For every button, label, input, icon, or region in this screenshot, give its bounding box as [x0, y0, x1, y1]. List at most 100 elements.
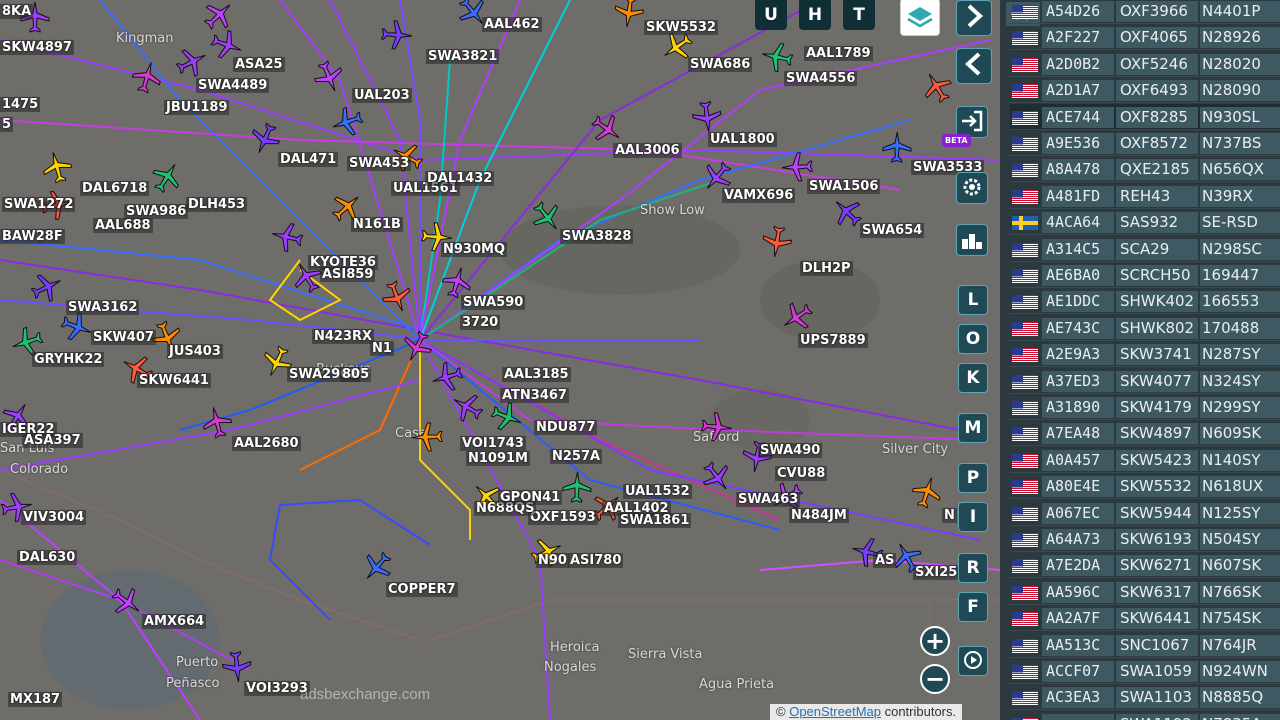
aircraft-icon[interactable] — [400, 330, 434, 364]
flight-label[interactable]: OXF1593 — [528, 510, 598, 525]
aircraft-row[interactable]: ACCF07 SWA1059 N924WN — [1010, 658, 1280, 684]
aircraft-icon[interactable] — [450, 390, 484, 424]
aircraft-icon[interactable] — [40, 150, 74, 184]
aircraft-icon[interactable] — [30, 270, 64, 304]
flight-label[interactable]: DAL471 — [278, 152, 339, 167]
aircraft-icon[interactable] — [430, 360, 464, 394]
button-h[interactable]: H — [799, 0, 831, 30]
flight-label[interactable]: UAL1800 — [708, 132, 777, 147]
flight-label[interactable]: BAW28F — [0, 229, 65, 244]
aircraft-row[interactable]: A37ED3 SKW4077 N324SY — [1010, 368, 1280, 394]
aircraft-list-panel[interactable]: A54D26 OXF3966 N4401P A2F227 OXF4065 N28926 A2… — [1000, 0, 1280, 720]
aircraft-row[interactable]: A2F227 OXF4065 N28926 — [1010, 24, 1280, 51]
aircraft-icon[interactable] — [560, 470, 594, 504]
flight-label[interactable]: UAL1532 — [623, 484, 692, 499]
button-i[interactable]: I — [958, 502, 988, 532]
aircraft-row[interactable]: 4ACA64 SAS932 SE-RSD — [1010, 209, 1280, 236]
flight-label[interactable]: SKW4897 — [0, 40, 74, 55]
flight-label[interactable]: 1475 — [0, 97, 41, 112]
zoom-out-button[interactable]: − — [920, 664, 950, 694]
aircraft-icon[interactable] — [760, 225, 794, 259]
aircraft-row[interactable]: A067EC SKW5944 N125SY — [1010, 500, 1280, 526]
flight-label[interactable]: 3720 — [460, 315, 501, 330]
replay-button[interactable] — [958, 646, 988, 676]
flight-label[interactable]: DAL6718 — [80, 181, 150, 196]
flight-label[interactable]: DLH453 — [186, 197, 248, 212]
aircraft-row[interactable]: AE6BA0 SCRCH50 169447 — [1010, 262, 1280, 288]
button-r[interactable]: R — [958, 553, 988, 583]
flight-label[interactable]: N257A — [550, 449, 603, 464]
button-o[interactable]: O — [958, 324, 988, 354]
flight-label[interactable]: CVU88 — [775, 466, 828, 481]
aircraft-icon[interactable] — [200, 405, 234, 439]
button-m[interactable]: M — [958, 413, 988, 443]
flight-label[interactable]: JBU1189 — [164, 100, 230, 115]
aircraft-row[interactable]: A2D1A7 OXF6493 N28090 — [1010, 77, 1280, 104]
flight-label[interactable]: AAL3185 — [502, 367, 571, 382]
flight-label[interactable]: DAL630 — [17, 550, 78, 565]
flight-label[interactable]: ASA25 — [233, 57, 285, 72]
flight-label[interactable]: UPS7889 — [798, 333, 868, 348]
aircraft-row[interactable]: A64A73 SKW6193 N504SY — [1010, 526, 1280, 552]
button-u[interactable]: U — [755, 0, 787, 30]
aircraft-icon[interactable] — [530, 200, 564, 234]
flight-label[interactable]: VIV3004 — [21, 510, 87, 525]
aircraft-icon[interactable] — [830, 195, 864, 229]
aircraft-row[interactable]: A2D0B2 OXF5246 N28020 — [1010, 51, 1280, 77]
flight-label[interactable]: NDU877 — [534, 420, 598, 435]
flight-label[interactable]: GRYHK22 — [32, 352, 105, 367]
aircraft-row[interactable]: A314C5 SCA29 N298SC — [1010, 236, 1280, 262]
aircraft-row[interactable]: AA2A7F SKW6441 N754SK — [1010, 605, 1280, 632]
aircraft-icon[interactable] — [410, 420, 444, 454]
flight-label[interactable]: VOI1743 — [460, 436, 526, 451]
aircraft-row[interactable]: A481FD REH43 N39RX — [1010, 183, 1280, 209]
aircraft-icon[interactable] — [490, 400, 524, 434]
flight-label[interactable]: ASA397 — [22, 433, 83, 448]
flight-label[interactable]: SWA654 — [860, 223, 925, 238]
flight-label[interactable]: DAL1432 — [425, 171, 495, 186]
flight-label[interactable]: SWA590 — [461, 295, 526, 310]
flight-label[interactable]: DLH2P — [800, 261, 853, 276]
expand-panel-button[interactable] — [956, 0, 992, 36]
aircraft-icon[interactable] — [760, 40, 794, 74]
aircraft-icon[interactable] — [780, 300, 814, 334]
zoom-in-button[interactable]: + — [920, 626, 950, 656]
flight-label[interactable]: SWA4489 — [196, 78, 270, 93]
aircraft-icon[interactable] — [60, 310, 94, 344]
flight-label[interactable]: AAL688 — [93, 218, 153, 233]
collapse-panel-button[interactable] — [956, 48, 992, 84]
flight-label[interactable]: SKW5532 — [644, 20, 718, 35]
aircraft-icon[interactable] — [312, 60, 346, 94]
aircraft-icon[interactable] — [380, 18, 414, 52]
aircraft-icon[interactable] — [590, 112, 624, 146]
aircraft-icon[interactable] — [910, 475, 944, 509]
aircraft-icon[interactable] — [248, 122, 282, 156]
aircraft-row[interactable]: A7EA48 SKW4897 N609SK — [1010, 420, 1280, 447]
aircraft-icon[interactable] — [330, 105, 364, 139]
flight-label[interactable]: AMX664 — [142, 614, 207, 629]
button-l[interactable]: L — [958, 285, 988, 315]
aircraft-row[interactable]: A2E9A3 SKW3741 N287SY — [1010, 341, 1280, 368]
flight-label[interactable]: N — [942, 508, 957, 523]
flight-label[interactable]: 8KA — [0, 4, 34, 19]
aircraft-row[interactable]: AC3EA3 SWA1103 N8885Q — [1010, 684, 1280, 711]
flight-label[interactable]: N90 — [536, 553, 569, 568]
flight-label[interactable]: SWA453 — [347, 156, 412, 171]
flight-label[interactable]: SKW6441 — [137, 373, 211, 388]
flight-label[interactable]: SWA3821 — [426, 49, 500, 64]
flight-label[interactable]: AAL3006 — [613, 143, 682, 158]
flight-label[interactable]: N1 — [370, 341, 394, 356]
flight-label[interactable]: AAL2680 — [232, 436, 301, 451]
aircraft-row[interactable]: ACE744 OXF8285 N930SL — [1010, 103, 1280, 130]
aircraft-icon[interactable] — [380, 280, 414, 314]
aircraft-row[interactable]: A8A478 QXE2185 N656QX — [1010, 156, 1280, 183]
flight-label[interactable]: N1091M — [466, 451, 530, 466]
flight-label[interactable]: SKW407 — [91, 330, 156, 345]
flight-label[interactable]: MX187 — [8, 692, 63, 707]
aircraft-icon[interactable] — [690, 100, 724, 134]
aircraft-row[interactable]: A9E536 OXF8572 N737BS — [1010, 130, 1280, 156]
flight-label[interactable]: SWA1506 — [807, 179, 881, 194]
flight-label[interactable]: SWA3828 — [560, 229, 634, 244]
aircraft-icon[interactable] — [612, 0, 646, 29]
flight-label[interactable]: UAL203 — [352, 88, 412, 103]
